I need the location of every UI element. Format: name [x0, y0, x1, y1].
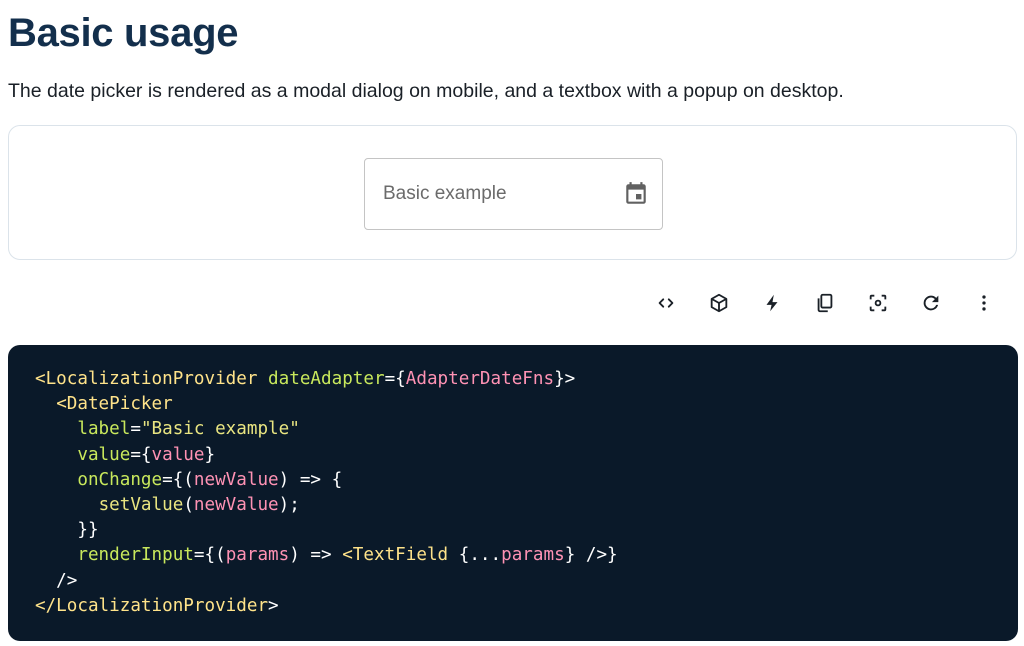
date-picker-field[interactable] — [364, 158, 663, 230]
code-line: /> — [35, 569, 1018, 594]
more-options-button[interactable] — [957, 286, 1010, 320]
code-line: }} — [35, 518, 1018, 543]
bolt-icon — [766, 294, 777, 312]
demo-container — [8, 125, 1017, 260]
code-token: = — [130, 419, 141, 440]
refresh-icon — [923, 295, 938, 311]
code-token: renderInput — [77, 545, 194, 566]
code-token: label — [77, 419, 131, 440]
code-token: setValue — [98, 494, 184, 515]
code-token: {... — [448, 545, 502, 566]
code-line: setValue(newValue); — [35, 493, 1018, 518]
code-token: params — [225, 545, 290, 566]
page-description: The date picker is rendered as a modal d… — [8, 80, 844, 102]
code-token: ={ — [384, 369, 406, 389]
code-token: > — [268, 595, 279, 616]
code-line: value={value} — [35, 443, 1018, 468]
stackblitz-button[interactable] — [745, 286, 798, 320]
calendar-event-icon — [626, 182, 646, 204]
code-token: onChange — [77, 469, 163, 490]
page-title: Basic usage — [8, 11, 239, 55]
code-token: ( — [183, 494, 194, 515]
code-token: <LocalizationProvider — [35, 369, 258, 389]
code-line: <DatePicker — [35, 392, 1018, 417]
code-token: ) => { — [278, 469, 343, 490]
codesandbox-button[interactable] — [692, 286, 745, 320]
code-token: ) => — [289, 545, 343, 566]
copy-icon — [817, 293, 832, 313]
calendar-button[interactable] — [622, 180, 650, 208]
code-token: </LocalizationProvider — [35, 595, 269, 616]
code-token: dateAdapter — [268, 369, 385, 389]
code-token: params — [501, 545, 565, 566]
code-token: newValue — [193, 469, 279, 490]
reset-focus-button[interactable] — [851, 286, 904, 320]
code-token: } — [204, 444, 216, 465]
code-token: ={( — [162, 469, 194, 490]
code-block: <LocalizationProvider dateAdapter={Adapt… — [8, 345, 1018, 641]
date-input[interactable] — [365, 159, 605, 229]
code-line: renderInput={(params) => <TextField {...… — [35, 543, 1018, 568]
code-token: ={ — [130, 444, 152, 465]
reset-demo-button[interactable] — [904, 286, 957, 320]
code-token: }} — [35, 520, 99, 541]
code-token: value — [151, 444, 205, 465]
code-line: <LocalizationProvider dateAdapter={Adapt… — [35, 367, 1018, 392]
code-token: } />} — [564, 545, 618, 566]
code-token: /> — [35, 570, 78, 591]
code-token: ); — [278, 494, 300, 515]
code-token: newValue — [193, 494, 279, 515]
cube-icon — [710, 293, 727, 313]
code-token: value — [77, 444, 131, 465]
code-token: <TextField — [342, 545, 449, 566]
show-source-button[interactable] — [639, 286, 692, 320]
code-token: <DatePicker — [56, 394, 173, 415]
code-line: label="Basic example" — [35, 417, 1018, 442]
code-line: </LocalizationProvider> — [35, 594, 1018, 619]
code-line: onChange={(newValue) => { — [35, 468, 1018, 493]
code-token: AdapterDateFns — [405, 369, 555, 389]
code-token: ={( — [193, 545, 226, 566]
code-icon — [658, 298, 673, 308]
copy-source-button[interactable] — [798, 286, 851, 320]
code-token: }> — [554, 369, 576, 389]
more-vert-icon — [981, 295, 986, 311]
screenshot-icon — [869, 294, 886, 312]
code-token: "Basic example" — [140, 419, 300, 440]
demo-toolbar — [639, 286, 1010, 320]
